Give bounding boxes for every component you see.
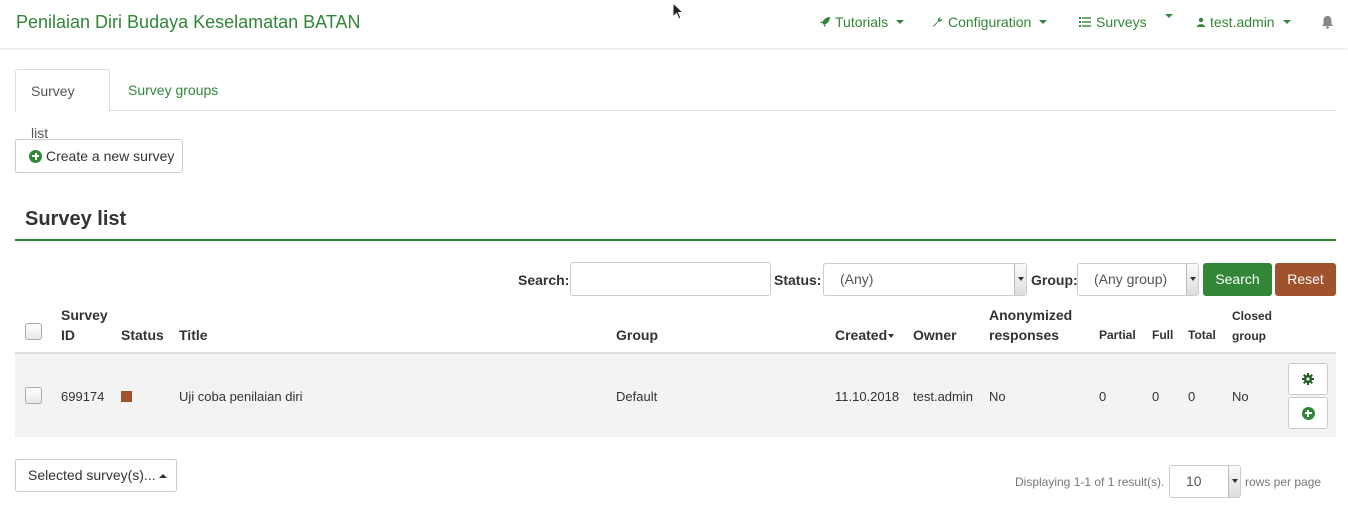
chevron-down-icon <box>1039 20 1048 24</box>
plus-circle-icon <box>1301 406 1315 420</box>
col-header-anonymized[interactable]: Anonymized responses <box>989 305 1072 345</box>
create-survey-label: Create a new survey <box>46 148 175 164</box>
cell-created: 11.10.2018 <box>835 389 900 404</box>
col-header-survey-id-line2: ID <box>61 327 75 343</box>
col-header-owner[interactable]: Owner <box>913 325 957 345</box>
cell-partial: 0 <box>1099 389 1107 404</box>
group-select-value: (Any group) <box>1094 271 1168 287</box>
rows-per-page-label: rows per page <box>1245 475 1322 489</box>
col-header-created-label: Created <box>835 327 888 343</box>
survey-tabs: Survey list Survey groups <box>15 69 1336 141</box>
tab-survey-groups[interactable]: Survey groups <box>113 69 233 111</box>
cell-full: 0 <box>1152 389 1160 404</box>
col-header-survey-id[interactable]: Survey ID <box>61 305 108 345</box>
chevron-down-icon <box>1186 264 1198 295</box>
chevron-down-icon <box>1282 20 1291 24</box>
section-divider <box>15 239 1336 241</box>
col-header-anonymized-line1: Anonymized <box>989 307 1073 323</box>
create-survey-button[interactable]: Create a new survey <box>15 139 183 173</box>
col-header-closed-group-line2: group <box>1232 329 1266 343</box>
search-input[interactable] <box>570 262 771 296</box>
selected-surveys-button[interactable]: Selected survey(s)... <box>15 459 177 492</box>
select-all-checkbox[interactable] <box>25 323 42 340</box>
col-header-partial: Partial <box>1099 328 1136 342</box>
col-header-created[interactable]: Created <box>835 325 895 345</box>
col-header-closed-group: Closed group <box>1232 306 1272 346</box>
results-summary: Displaying 1-1 of 1 result(s). <box>1015 475 1165 489</box>
row-settings-button[interactable] <box>1288 363 1328 395</box>
col-header-survey-id-line1: Survey <box>61 307 108 323</box>
sort-desc-icon <box>888 334 895 339</box>
nav-user-label: test.admin <box>1210 14 1275 30</box>
mouse-cursor-icon <box>672 2 684 20</box>
row-add-button[interactable] <box>1288 397 1328 429</box>
cell-owner: test.admin <box>913 389 973 404</box>
nav-surveys[interactable]: Surveys <box>1078 14 1147 30</box>
reset-button[interactable]: Reset <box>1275 263 1336 296</box>
app-brand[interactable]: Penilaian Diri Budaya Keselamatan BATAN <box>16 12 361 33</box>
status-inactive-icon <box>121 391 132 402</box>
group-select[interactable]: (Any group) <box>1077 263 1199 296</box>
chevron-down-icon <box>1165 14 1173 18</box>
col-header-total: Total <box>1188 328 1216 342</box>
cell-group: Default <box>616 389 658 404</box>
status-label: Status: <box>774 272 822 288</box>
col-header-anonymized-line2: responses <box>989 327 1060 343</box>
nav-configuration-label: Configuration <box>948 14 1032 30</box>
nav-tutorials[interactable]: Tutorials <box>819 14 905 30</box>
section-title: Survey list <box>25 208 127 230</box>
rocket-icon <box>820 17 830 27</box>
cell-anonymized: No <box>989 389 1006 404</box>
selected-surveys-label: Selected survey(s)... <box>28 467 156 483</box>
group-label: Group: <box>1031 272 1078 288</box>
search-label: Search: <box>518 272 570 288</box>
list-icon <box>1079 17 1091 27</box>
chevron-down-icon <box>1228 466 1240 497</box>
plus-circle-icon <box>29 149 42 163</box>
nav-tutorials-label: Tutorials <box>835 14 889 30</box>
gear-icon <box>1302 373 1314 385</box>
page-size-select[interactable]: 10 <box>1169 465 1241 498</box>
col-header-group[interactable]: Group <box>616 325 658 345</box>
nav-surveys-label: Surveys <box>1096 14 1147 30</box>
bell-icon[interactable] <box>1321 15 1334 29</box>
chevron-down-icon <box>896 20 905 24</box>
cell-closed-group: No <box>1232 389 1249 404</box>
cell-total: 0 <box>1188 389 1196 404</box>
col-header-title[interactable]: Title <box>179 325 208 345</box>
nav-surveys-dropdown-toggle[interactable] <box>1161 14 1173 18</box>
cell-survey-id[interactable]: 699174 <box>61 389 104 404</box>
status-select-value: (Any) <box>840 271 874 287</box>
tab-survey-list[interactable]: Survey list <box>15 69 110 141</box>
status-select[interactable]: (Any) <box>823 263 1027 296</box>
wrench-icon <box>933 17 943 27</box>
col-header-full: Full <box>1152 328 1174 342</box>
search-button[interactable]: Search <box>1203 263 1272 296</box>
row-select-checkbox[interactable] <box>25 387 42 404</box>
page-size-value: 10 <box>1186 473 1202 489</box>
col-header-status[interactable]: Status <box>121 325 164 345</box>
chevron-up-icon <box>158 474 167 479</box>
col-header-closed-group-line1: Closed <box>1232 309 1273 323</box>
cell-title[interactable]: Uji coba penilaian diri <box>179 389 303 404</box>
user-icon <box>1196 17 1206 27</box>
chevron-down-icon <box>1014 264 1026 295</box>
nav-user-menu[interactable]: test.admin <box>1196 14 1291 30</box>
nav-configuration[interactable]: Configuration <box>932 14 1048 30</box>
